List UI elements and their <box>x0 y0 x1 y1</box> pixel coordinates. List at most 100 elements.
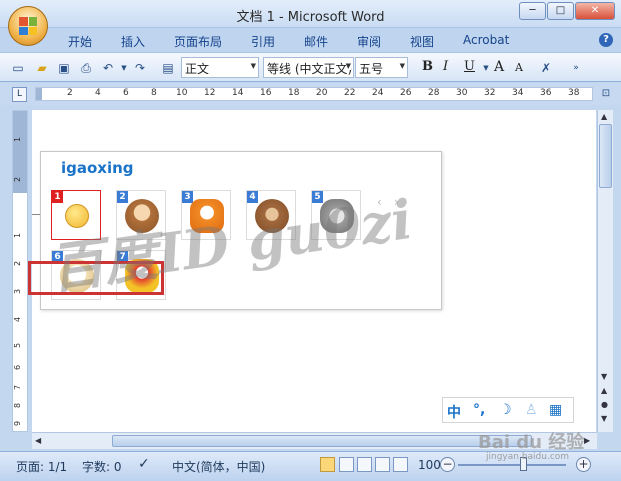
style-select[interactable]: 正文 ▼ <box>181 57 259 78</box>
grid-menu-icon[interactable]: ▦ <box>549 402 562 418</box>
ribbon-tabs: 开始 插入 页面布局 引用 邮件 审阅 视图 Acrobat <box>0 28 621 52</box>
ruler-label: 26 <box>400 88 412 98</box>
next-page-button[interactable]: › <box>394 195 399 209</box>
vruler-label: 9 <box>13 420 23 427</box>
help-icon[interactable]: ? <box>599 33 613 47</box>
font-size-select[interactable]: 五号 ▼ <box>355 57 408 78</box>
toolbar-more-icon[interactable]: » <box>568 60 584 76</box>
vertical-ruler[interactable]: 1 2 1 2 3 4 5 6 7 8 9 <box>12 110 28 432</box>
vruler-label: 4 <box>13 316 23 323</box>
scroll-up-icon[interactable]: ▲ <box>601 112 607 121</box>
proofing-icon[interactable]: ✓ <box>138 456 150 472</box>
page-count[interactable]: 页面: 1/1 <box>16 458 67 475</box>
new-document-icon[interactable]: ▭ <box>10 60 26 76</box>
ruler-label: 12 <box>204 88 216 98</box>
candidate-3[interactable]: 3 <box>181 190 231 240</box>
candidate-2[interactable]: 2 <box>116 190 166 240</box>
outline-view-button[interactable] <box>375 457 390 472</box>
font-size-value: 五号 <box>359 62 384 76</box>
ruler-row: L 2 4 6 8 10 12 14 16 18 20 22 24 26 28 … <box>0 83 621 105</box>
baidu-jingyan-logo: Bai du 经验 <box>478 432 585 453</box>
prev-page-button[interactable]: ‹ <box>377 195 382 209</box>
bold-button[interactable]: B <box>422 59 433 74</box>
tab-selector[interactable]: L <box>12 87 27 102</box>
candidate-5[interactable]: 5 <box>311 190 361 240</box>
open-folder-icon[interactable]: ▰ <box>34 60 50 76</box>
language-status[interactable]: 中文(简体，中国) <box>172 458 265 475</box>
next-page-icon[interactable]: ▼ <box>601 414 607 423</box>
underline-button[interactable]: U <box>464 59 475 74</box>
rabbit-sticker-icon <box>320 199 354 233</box>
vertical-scrollbar[interactable]: ▲ ▼ ▲ ● ▼ <box>597 110 613 432</box>
zoom-slider[interactable] <box>458 464 566 466</box>
redo-icon[interactable]: ↷ <box>132 60 148 76</box>
style-value: 正文 <box>185 62 210 76</box>
candidate-1[interactable]: 1 <box>51 190 101 240</box>
undo-dropdown-icon[interactable]: ▼ <box>116 60 132 76</box>
window-controls: ─ □ ✕ <box>519 2 615 20</box>
ruler-label: 24 <box>372 88 384 98</box>
ruler-label: 10 <box>176 88 188 98</box>
font-select[interactable]: 等线 (中文正文) ▼ <box>263 57 354 78</box>
punctuation-toggle[interactable]: °, <box>473 402 485 418</box>
horizontal-ruler[interactable]: 2 4 6 8 10 12 14 16 18 20 22 24 26 28 30… <box>35 87 593 101</box>
maximize-button[interactable]: □ <box>547 2 574 20</box>
ruler-label: 4 <box>95 88 101 98</box>
scroll-left-icon[interactable]: ◀ <box>35 436 41 445</box>
tab-references[interactable]: 引用 <box>251 33 275 50</box>
save-icon[interactable]: ▣ <box>56 60 72 76</box>
undo-icon[interactable]: ↶ <box>100 60 116 76</box>
tab-view[interactable]: 视图 <box>410 33 434 50</box>
web-layout-button[interactable] <box>357 457 372 472</box>
view-ruler-icon[interactable]: ⊡ <box>598 86 614 102</box>
zoom-in-button[interactable]: + <box>576 457 591 472</box>
chinese-mode-toggle[interactable]: 中 <box>447 402 461 422</box>
style-icon: ▤ <box>162 61 174 75</box>
tab-home[interactable]: 开始 <box>68 33 92 50</box>
ime-input-highlight <box>28 261 164 295</box>
ruler-label: 6 <box>123 88 129 98</box>
italic-button[interactable]: I <box>443 59 448 74</box>
grow-font-button[interactable]: A <box>494 59 504 75</box>
shrink-font-button[interactable]: A <box>515 61 523 74</box>
print-layout-view-button[interactable] <box>320 457 335 472</box>
user-icon[interactable]: ♙ <box>525 402 538 418</box>
baidu-jingyan-url: jingyan.baidu.com <box>486 452 570 462</box>
vruler-label: 6 <box>13 364 23 371</box>
horizontal-scroll-thumb[interactable] <box>112 435 532 447</box>
close-button[interactable]: ✕ <box>575 2 615 20</box>
ime-status-bar: 中 °, ☽ ♙ ▦ <box>442 397 574 423</box>
word-count[interactable]: 字数: 0 <box>82 458 122 475</box>
vruler-label: 7 <box>13 384 23 391</box>
draft-view-button[interactable] <box>393 457 408 472</box>
office-logo-icon <box>19 17 37 35</box>
zoom-out-button[interactable]: − <box>440 457 455 472</box>
ruler-label: 14 <box>232 88 244 98</box>
scroll-down-icon[interactable]: ▼ <box>601 372 607 381</box>
select-browse-object-icon[interactable]: ● <box>601 400 608 409</box>
vruler-label: 2 <box>13 176 23 183</box>
ruler-label: 32 <box>484 88 496 98</box>
print-preview-icon[interactable]: ⎙ <box>78 60 94 76</box>
tab-page-layout[interactable]: 页面布局 <box>174 33 222 50</box>
scroll-right-icon[interactable]: ▶ <box>584 436 590 445</box>
full-screen-reading-button[interactable] <box>339 457 354 472</box>
previous-page-icon[interactable]: ▲ <box>601 386 607 395</box>
vruler-label: 1 <box>13 136 23 143</box>
office-button[interactable] <box>8 6 48 46</box>
tab-insert[interactable]: 插入 <box>121 33 145 50</box>
candidate-4[interactable]: 4 <box>246 190 296 240</box>
character-format-icon[interactable]: ✗ <box>538 60 554 76</box>
vruler-label: 5 <box>13 342 23 349</box>
tab-mailings[interactable]: 邮件 <box>304 33 328 50</box>
tab-review[interactable]: 审阅 <box>357 33 381 50</box>
minimize-button[interactable]: ─ <box>519 2 546 20</box>
vruler-label: 3 <box>13 288 23 295</box>
moon-icon[interactable]: ☽ <box>499 402 512 418</box>
candidate-number: 1 <box>52 191 63 203</box>
ime-composition-text[interactable]: igaoxing <box>61 159 134 177</box>
vertical-scroll-thumb[interactable] <box>599 124 612 188</box>
ruler-label: 22 <box>344 88 356 98</box>
underline-dropdown-icon[interactable]: ▼ <box>478 60 494 76</box>
tab-acrobat[interactable]: Acrobat <box>463 33 509 47</box>
